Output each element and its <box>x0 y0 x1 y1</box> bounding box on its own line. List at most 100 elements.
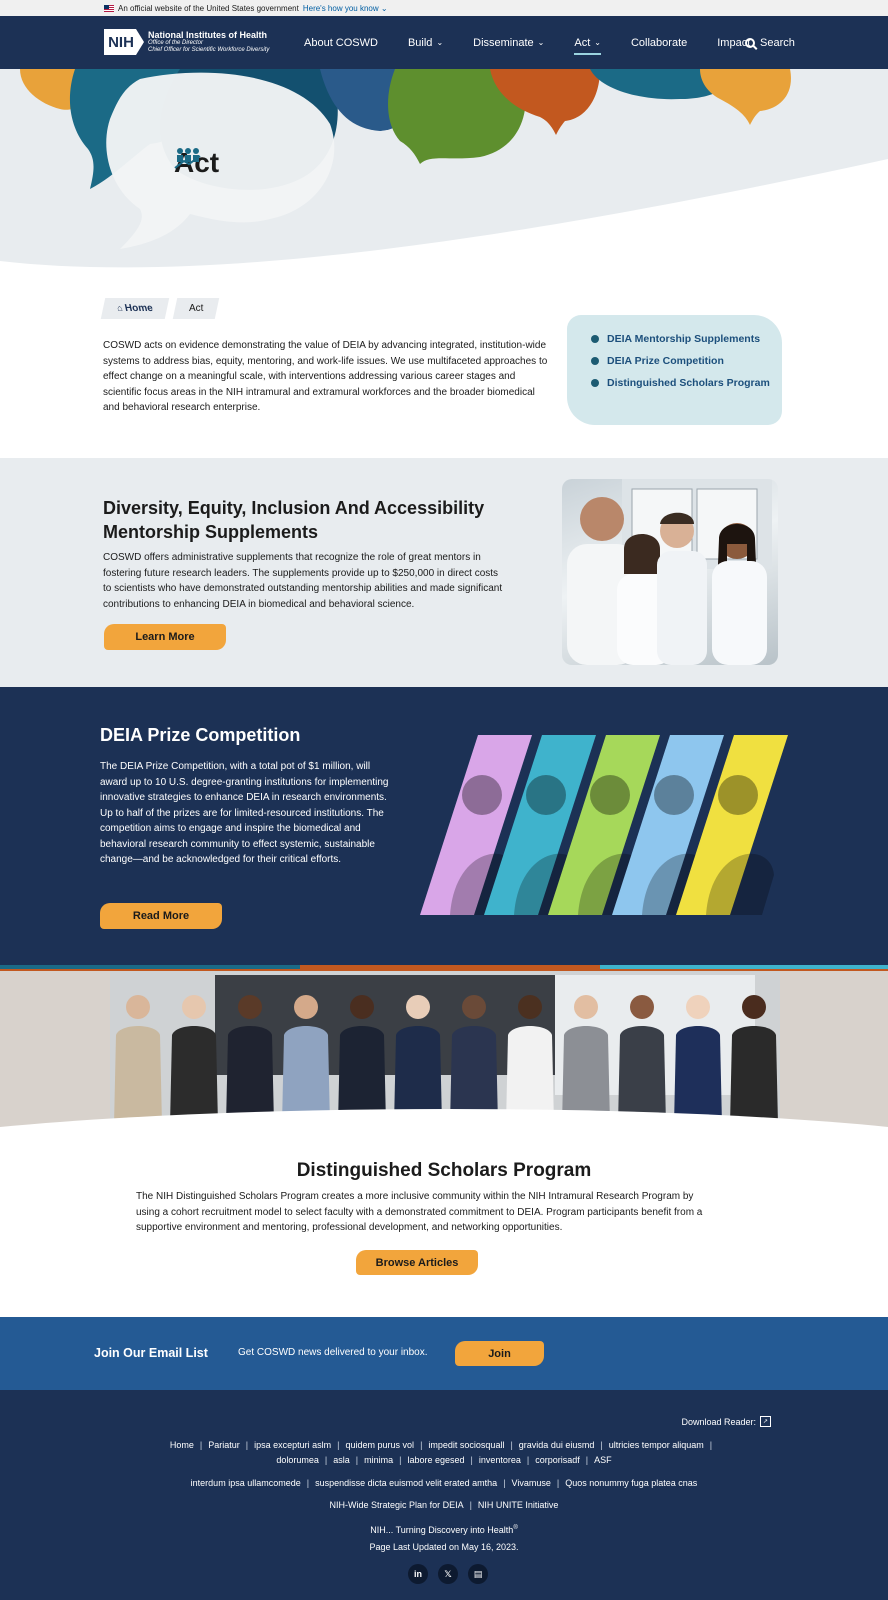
last-updated: Page Last Updated on May 16, 2023. <box>369 1542 519 1552</box>
logo-org: National Institutes of Health <box>148 29 268 40</box>
footer-link[interactable]: Quos nonummy fuga platea cnas <box>565 1476 697 1491</box>
download-reader[interactable]: Download Reader: ↗ <box>681 1416 771 1427</box>
footer-links-row1: Home | Pariatur | ipsa excepturi aslm | quidem… <box>150 1438 738 1468</box>
footer-link[interactable]: inventorea <box>479 1453 521 1468</box>
intro-text: COSWD acts on evidence demonstrating the… <box>103 340 548 413</box>
link-separator: | <box>245 1440 249 1450</box>
footer-link[interactable]: labore egesed <box>407 1453 464 1468</box>
nih-logo[interactable]: NIH National Institutes of Health Office… <box>104 29 269 55</box>
footer-link[interactable]: corporisadf <box>535 1453 580 1468</box>
link-separator: | <box>337 1440 340 1450</box>
footer-links-row2: interdum ipsa ullamcomede | suspendisse di… <box>150 1476 738 1491</box>
nav-act[interactable]: Act ⌄ <box>574 31 601 55</box>
footer-link[interactable]: ultricies tempor aliquam <box>609 1438 704 1453</box>
scholars-group-photo <box>0 965 888 1140</box>
chevron-down-icon: ⌄ <box>537 38 545 47</box>
footer-link[interactable]: ipsa excepturi aslm <box>254 1438 331 1453</box>
mentorship-text: COSWD offers administrative supplements … <box>103 552 503 610</box>
search-icon <box>745 37 755 48</box>
gov-banner-text: An official website of the United States… <box>118 3 299 13</box>
footer-link[interactable]: suspendisse dicta euismod velit erated a… <box>315 1476 497 1491</box>
link-separator: | <box>355 1455 359 1465</box>
email-title: Join Our Email List <box>94 1346 208 1360</box>
scholars-title: Distinguished Scholars Program <box>296 1160 592 1181</box>
read-more-button[interactable]: Read More <box>100 903 222 929</box>
link-separator: | <box>585 1455 589 1465</box>
link-separator: | <box>709 1440 713 1450</box>
nav-about[interactable]: About COSWD <box>304 31 378 55</box>
gov-banner: An official website of the United States… <box>0 0 888 16</box>
nav-disseminate[interactable]: Disseminate ⌄ <box>473 31 544 55</box>
social-links: in 𝕏 ▤ <box>408 1564 488 1584</box>
quick-links: DEIA Mentorship Supplements DEIA Prize C… <box>567 315 782 425</box>
link-separator: | <box>510 1440 513 1450</box>
nav-collaborate[interactable]: Collaborate <box>631 31 687 55</box>
link-separator: | <box>420 1440 423 1450</box>
footer-link[interactable]: NIH-Wide Strategic Plan for DEIA <box>330 1498 464 1513</box>
scholars-text: The NIH Distinguished Scholars Program c… <box>136 1191 703 1233</box>
chevron-down-icon: ⌄ <box>436 38 444 47</box>
footer-link[interactable]: minima <box>364 1453 393 1468</box>
quick-link-scholars[interactable]: Distinguished Scholars Program <box>591 377 782 389</box>
bullet-icon <box>591 357 599 365</box>
us-flag-icon <box>104 4 114 12</box>
breadcrumb-current: Act <box>173 298 220 319</box>
mentorship-title: Diversity, Equity, Inclusion And Accessi… <box>103 498 485 542</box>
search-label: Search <box>760 36 795 49</box>
footer-link[interactable]: Pariatur <box>208 1438 240 1453</box>
footer-link[interactable]: asla <box>333 1453 350 1468</box>
link-separator: | <box>470 1455 473 1465</box>
people-growth-icon <box>174 148 201 169</box>
logo-text: National Institutes of Health Office of … <box>148 29 270 53</box>
site-header: NIH National Institutes of Health Office… <box>0 16 888 69</box>
footer-link[interactable]: Vivamuse <box>512 1476 551 1491</box>
gov-banner-link[interactable]: Here's how you know ⌄ <box>303 4 388 13</box>
footer-link[interactable]: quidem purus vol <box>346 1438 415 1453</box>
site-footer: Download Reader: ↗ Home | Pariatur | ipsa ex… <box>0 1390 888 1600</box>
x-icon[interactable]: 𝕏 <box>438 1564 458 1584</box>
link-separator: | <box>503 1478 506 1488</box>
linkedin-icon[interactable]: in <box>408 1564 428 1584</box>
hero-title: Act <box>174 147 219 179</box>
link-separator: | <box>199 1440 203 1450</box>
pdf-reader-icon: ↗ <box>760 1416 771 1427</box>
mentorship-photo <box>562 479 778 665</box>
main-nav: About COSWD Build ⌄ Disseminate ⌄ Act ⌄ Col… <box>304 16 780 69</box>
browse-articles-button[interactable]: Browse Articles <box>356 1250 478 1275</box>
prize-portrait-strips <box>420 735 788 915</box>
bullet-icon <box>591 335 599 343</box>
footer-link[interactable]: interdum ipsa ullamcomede <box>191 1476 301 1491</box>
email-signup: Join Our Email List Get COSWD news deliv… <box>0 1317 888 1390</box>
footer-link[interactable]: impedit sociosquall <box>428 1438 504 1453</box>
document-icon[interactable]: ▤ <box>468 1564 488 1584</box>
home-icon: ⌂ <box>115 303 124 313</box>
logo-sub-office: Chief Officer for Scientific Workforce D… <box>148 46 270 53</box>
footer-tagline: NIH... Turning Discovery into Health® <box>370 1525 518 1535</box>
nav-build[interactable]: Build ⌄ <box>408 31 443 55</box>
search-button[interactable]: Search <box>745 16 795 69</box>
link-separator: | <box>469 1500 472 1510</box>
link-separator: | <box>324 1455 328 1465</box>
link-separator: | <box>306 1478 310 1488</box>
footer-link[interactable]: Home <box>170 1438 194 1453</box>
join-button[interactable]: Join <box>455 1341 544 1366</box>
quick-link-prize[interactable]: DEIA Prize Competition <box>591 355 782 367</box>
email-desc: Get COSWD news delivered to your inbox. <box>238 1347 428 1358</box>
quick-link-mentorship[interactable]: DEIA Mentorship Supplements <box>591 333 782 345</box>
footer-link[interactable]: gravida dui eiusmd <box>519 1438 595 1453</box>
breadcrumb: ⌂Home Act <box>100 298 220 319</box>
footer-link[interactable]: dolorumea <box>276 1453 319 1468</box>
hero-banner: Act <box>0 69 888 269</box>
speech-bubbles-illustration <box>0 69 888 269</box>
prize-section: DEIA Prize Competition The DEIA Prize Co… <box>0 687 888 967</box>
chevron-down-icon: ⌄ <box>594 38 601 47</box>
link-separator: | <box>600 1440 603 1450</box>
learn-more-button[interactable]: Learn More <box>104 624 226 650</box>
footer-link[interactable]: ASF <box>594 1453 612 1468</box>
footer-link[interactable]: NIH UNITE Initiative <box>478 1498 559 1513</box>
prize-text: The DEIA Prize Competition, with a total… <box>100 761 389 865</box>
nih-logo-mark: NIH <box>104 29 144 55</box>
breadcrumb-home[interactable]: ⌂Home <box>100 298 170 319</box>
prize-title: DEIA Prize Competition <box>100 725 301 745</box>
footer-links-row3: NIH-Wide Strategic Plan for DEIA | NIH UNI… <box>150 1498 738 1513</box>
